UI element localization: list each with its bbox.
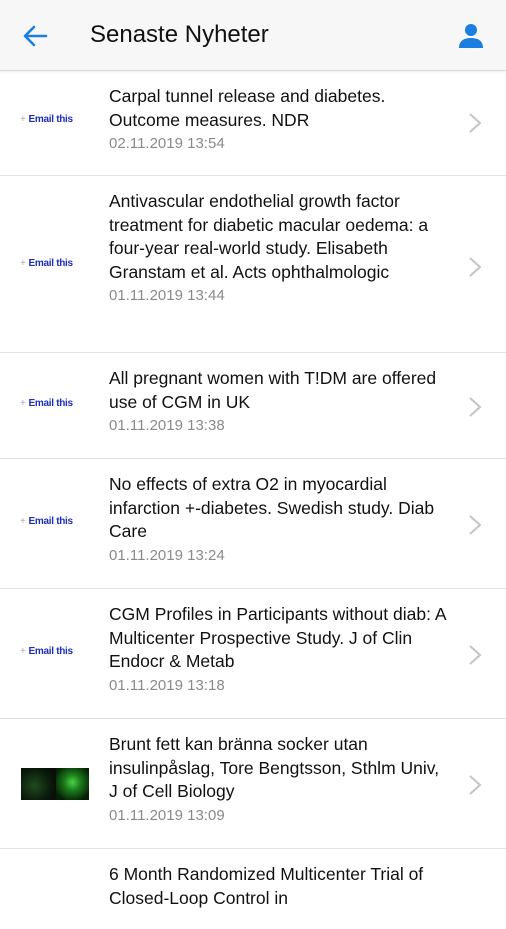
email-this-link[interactable]: + Email this <box>20 114 73 125</box>
news-item-text: No effects of extra O2 in myocardial inf… <box>109 473 446 564</box>
news-item-text: All pregnant women with T!DM are offered… <box>109 367 446 434</box>
top-app-bar: Senaste Nyheter <box>0 0 506 71</box>
news-date: 01.11.2019 13:24 <box>109 546 225 564</box>
email-this-label: Email this <box>28 398 74 409</box>
news-title: All pregnant women with T!DM are offered… <box>109 368 437 412</box>
news-date: 02.11.2019 13:54 <box>109 135 225 152</box>
chevron-right-icon <box>469 257 482 277</box>
chevron-right-icon <box>469 397 482 417</box>
email-this-label: Email this <box>28 114 74 125</box>
email-this-label: Email this <box>28 516 74 527</box>
news-item[interactable]: + Email this CGM Profiles in Participants… <box>0 589 506 719</box>
news-date: 01.11.2019 13:38 <box>109 417 225 434</box>
news-item[interactable]: Brunt fett kan bränna socker utan insuli… <box>0 719 506 849</box>
news-title: Brunt fett kan bränna socker utan insuli… <box>109 734 440 801</box>
news-date: 01.11.2019 13:18 <box>109 676 225 694</box>
news-item[interactable]: 6 Month Randomized Multicenter Trial of … <box>0 849 506 929</box>
profile-button[interactable] <box>456 21 486 51</box>
news-item[interactable]: + Email this All pregnant women with T!DM… <box>0 353 506 459</box>
news-item-text: CGM Profiles in Participants without dia… <box>109 603 446 694</box>
email-this-label: Email this <box>28 646 74 657</box>
news-item[interactable]: + Email this Antivascular endothelial gro… <box>0 176 506 353</box>
email-this-label: Email this <box>28 258 74 269</box>
news-item-text: 6 Month Randomized Multicenter Trial of … <box>109 863 446 910</box>
news-item-text: Carpal tunnel release and diabetes. Outc… <box>109 85 446 152</box>
email-this-link[interactable]: + Email this <box>20 516 73 527</box>
news-item-text: Brunt fett kan bränna socker utan insuli… <box>109 733 446 824</box>
news-thumbnail <box>21 768 89 800</box>
news-list: + Email this Carpal tunnel release and di… <box>0 71 506 929</box>
news-title: Carpal tunnel release and diabetes. Outc… <box>109 86 386 130</box>
chevron-right-icon <box>469 775 482 795</box>
page-title: Senaste Nyheter <box>90 21 269 48</box>
chevron-right-icon <box>469 515 482 535</box>
news-title: CGM Profiles in Participants without dia… <box>109 604 446 671</box>
news-date: 01.11.2019 13:09 <box>109 806 225 824</box>
arrow-left-icon <box>23 25 48 47</box>
news-item-text: Antivascular endothelial growth factor t… <box>109 190 446 304</box>
news-date: 01.11.2019 13:44 <box>109 287 225 304</box>
person-icon <box>459 24 483 48</box>
email-this-link[interactable]: + Email this <box>20 646 73 657</box>
chevron-right-icon <box>469 113 482 133</box>
news-item[interactable]: + Email this Carpal tunnel release and di… <box>0 71 506 176</box>
news-title: 6 Month Randomized Multicenter Trial of … <box>109 864 424 908</box>
email-this-link[interactable]: + Email this <box>20 258 73 269</box>
news-title: No effects of extra O2 in myocardial inf… <box>109 474 435 541</box>
back-button[interactable] <box>20 21 50 51</box>
news-item[interactable]: + Email this No effects of extra O2 in my… <box>0 459 506 589</box>
news-title: Antivascular endothelial growth factor t… <box>109 191 429 282</box>
email-this-link[interactable]: + Email this <box>20 398 73 409</box>
chevron-right-icon <box>469 645 482 665</box>
